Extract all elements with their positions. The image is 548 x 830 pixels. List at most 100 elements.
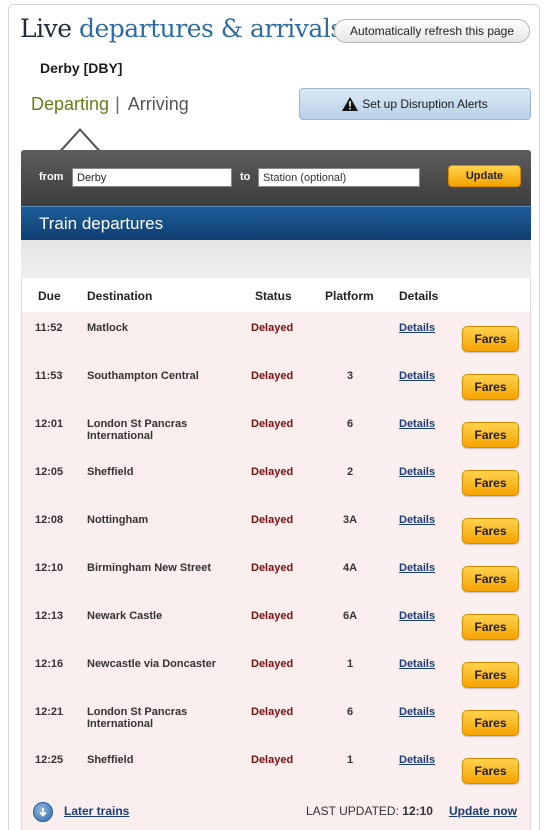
destination: Newark Castle bbox=[87, 610, 163, 622]
details-link[interactable]: Details bbox=[399, 418, 435, 430]
due-time: 11:53 bbox=[35, 370, 63, 382]
tab-separator: | bbox=[115, 94, 120, 114]
status: Delayed bbox=[251, 610, 294, 622]
destination: Sheffield bbox=[87, 466, 134, 478]
panel-title: Train departures bbox=[39, 214, 164, 233]
to-station-input[interactable] bbox=[258, 168, 420, 187]
status: Delayed bbox=[251, 658, 294, 670]
last-updated: LAST UPDATED: 12:10 bbox=[306, 804, 433, 818]
platform: 6A bbox=[342, 610, 358, 622]
tab-departing[interactable]: Departing bbox=[31, 94, 109, 114]
table-row: 12:05 Sheffield Delayed 2 Details Fares bbox=[22, 456, 530, 504]
destination: Nottingham bbox=[87, 514, 149, 526]
last-updated-label: LAST UPDATED: bbox=[306, 804, 399, 818]
col-platform: Platform bbox=[325, 289, 374, 303]
table-row: 12:13 Newark Castle Delayed 6A Details F… bbox=[22, 600, 530, 648]
table-row: 12:08 Nottingham Delayed 3A Details Fare… bbox=[22, 504, 530, 552]
table-row: 11:53 Southampton Central Delayed 3 Deta… bbox=[22, 360, 530, 408]
table-row: 12:01 London St Pancras International De… bbox=[22, 408, 530, 456]
details-link[interactable]: Details bbox=[399, 370, 435, 382]
fares-button[interactable]: Fares bbox=[462, 422, 519, 448]
status: Delayed bbox=[251, 466, 294, 478]
fares-button[interactable]: Fares bbox=[462, 470, 519, 496]
from-station-input[interactable] bbox=[72, 168, 232, 187]
platform: 3 bbox=[346, 370, 354, 382]
due-time: 12:05 bbox=[35, 466, 64, 478]
platform: 2 bbox=[346, 466, 354, 478]
title-departures-arrivals: departures & arrivals bbox=[78, 14, 343, 43]
search-bar: from to Update bbox=[21, 150, 531, 206]
table-row: 12:25 Sheffield Delayed 1 Details Fares bbox=[22, 744, 530, 792]
page-title: Live departures & arrivals bbox=[20, 14, 343, 43]
board-tabs: Departing | Arriving bbox=[31, 94, 189, 115]
fares-button[interactable]: Fares bbox=[462, 710, 519, 736]
details-link[interactable]: Details bbox=[399, 658, 435, 670]
status: Delayed bbox=[251, 562, 294, 574]
status: Delayed bbox=[251, 754, 294, 766]
table-footer: Later trains LAST UPDATED: 12:10 Update … bbox=[22, 792, 530, 830]
destination: Matlock bbox=[87, 322, 128, 334]
col-status: Status bbox=[255, 289, 292, 303]
status: Delayed bbox=[251, 370, 294, 382]
destination: Sheffield bbox=[87, 754, 134, 766]
destination: London St Pancras International bbox=[87, 706, 188, 730]
disruption-alerts-label: Set up Disruption Alerts bbox=[362, 97, 488, 111]
disruption-alerts-button[interactable]: Set up Disruption Alerts bbox=[299, 88, 531, 120]
station-name: Derby [DBY] bbox=[40, 60, 123, 76]
details-link[interactable]: Details bbox=[399, 562, 435, 574]
update-now-link[interactable]: Update now bbox=[449, 804, 517, 818]
fares-button[interactable]: Fares bbox=[462, 614, 519, 640]
table-row: 12:21 London St Pancras International De… bbox=[22, 696, 530, 744]
details-link[interactable]: Details bbox=[399, 706, 435, 718]
title-live: Live bbox=[20, 14, 72, 43]
update-button[interactable]: Update bbox=[448, 165, 521, 187]
due-time: 12:13 bbox=[35, 610, 64, 622]
table-row: 12:16 Newcastle via Doncaster Delayed 1 … bbox=[22, 648, 530, 696]
destination: London St Pancras International bbox=[87, 418, 188, 442]
due-time: 12:25 bbox=[35, 754, 64, 766]
due-time: 11:52 bbox=[35, 322, 63, 334]
table-row: 12:10 Birmingham New Street Delayed 4A D… bbox=[22, 552, 530, 600]
later-trains-link[interactable]: Later trains bbox=[64, 804, 129, 818]
details-link[interactable]: Details bbox=[399, 466, 435, 478]
panel-header: Train departures bbox=[21, 206, 531, 240]
platform: 4A bbox=[342, 562, 358, 574]
col-destination: Destination bbox=[87, 289, 153, 303]
from-label: from bbox=[39, 171, 64, 183]
fares-button[interactable]: Fares bbox=[462, 518, 519, 544]
status: Delayed bbox=[251, 706, 294, 718]
details-link[interactable]: Details bbox=[399, 514, 435, 526]
platform: 1 bbox=[346, 754, 354, 766]
arrow-down-glyph bbox=[39, 808, 47, 817]
due-time: 12:16 bbox=[35, 658, 64, 670]
tab-pointer-inner bbox=[62, 131, 98, 151]
destination: Birmingham New Street bbox=[87, 562, 212, 574]
filter-strip bbox=[21, 240, 531, 278]
platform: 6 bbox=[346, 706, 354, 718]
departures-table: Due Destination Status Platform Details … bbox=[21, 278, 531, 830]
details-link[interactable]: Details bbox=[399, 610, 435, 622]
arrow-down-circle-icon[interactable] bbox=[33, 802, 53, 822]
details-link[interactable]: Details bbox=[399, 322, 435, 334]
details-link[interactable]: Details bbox=[399, 754, 435, 766]
auto-refresh-button[interactable]: Automatically refresh this page bbox=[334, 19, 530, 43]
fares-button[interactable]: Fares bbox=[462, 374, 519, 400]
fares-button[interactable]: Fares bbox=[462, 326, 519, 352]
warning-triangle-icon bbox=[342, 97, 359, 111]
table-row: 11:52 Matlock Delayed Details Fares bbox=[22, 312, 530, 360]
fares-button[interactable]: Fares bbox=[462, 566, 519, 592]
destination: Newcastle via Doncaster bbox=[87, 658, 217, 670]
status: Delayed bbox=[251, 514, 294, 526]
tab-arriving[interactable]: Arriving bbox=[128, 94, 189, 114]
fares-button[interactable]: Fares bbox=[462, 758, 519, 784]
platform: 3A bbox=[342, 514, 358, 526]
fares-button[interactable]: Fares bbox=[462, 662, 519, 688]
status: Delayed bbox=[251, 418, 294, 430]
last-updated-time: 12:10 bbox=[402, 804, 433, 818]
due-time: 12:10 bbox=[35, 562, 64, 574]
due-time: 12:08 bbox=[35, 514, 64, 526]
status: Delayed bbox=[251, 322, 294, 334]
due-time: 12:01 bbox=[35, 418, 64, 430]
due-time: 12:21 bbox=[35, 706, 64, 718]
table-header: Due Destination Status Platform Details bbox=[22, 278, 530, 312]
